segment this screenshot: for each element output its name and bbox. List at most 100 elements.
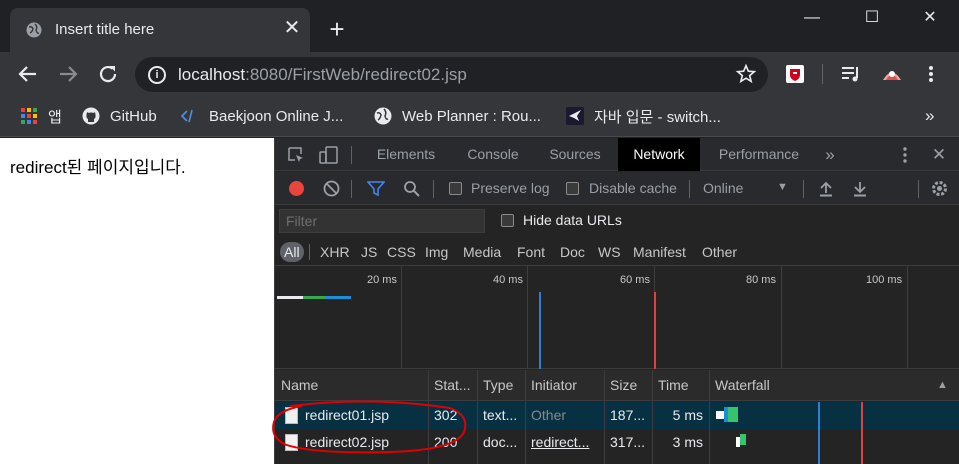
overview-gridline	[401, 266, 402, 369]
overview-tick-label: 20 ms	[367, 274, 397, 286]
throttling-select[interactable]: Online	[703, 180, 743, 196]
type-filter-doc[interactable]: Doc	[557, 242, 588, 262]
devtools-tabbar: Elements Console Sources Network Perform…	[275, 138, 959, 171]
tab-elements[interactable]: Elements	[365, 138, 447, 171]
tab-close-icon[interactable]: ✕	[282, 18, 302, 38]
type-filter-all[interactable]: All	[280, 242, 304, 262]
tab-performance[interactable]: Performance	[707, 138, 811, 171]
bookmark-baekjoon[interactable]: Baekjoon Online J...	[181, 105, 343, 127]
minimize-button[interactable]: —	[800, 6, 824, 30]
url-text: localhost:8080/FirstWeb/redirect02.jsp	[178, 65, 467, 84]
column-header-status[interactable]: Stat...	[428, 370, 477, 401]
chevron-down-icon[interactable]: ▼	[777, 181, 788, 193]
tab-sources[interactable]: Sources	[539, 138, 611, 171]
disable-cache-checkbox[interactable]	[566, 182, 579, 195]
type-filter-js[interactable]: JS	[358, 242, 380, 262]
type-filter-img[interactable]: Img	[422, 242, 451, 262]
toolbar-divider	[803, 180, 804, 198]
type-filter-font[interactable]: Font	[514, 242, 548, 262]
address-bar[interactable]: i localhost:8080/FirstWeb/redirect02.jsp	[135, 57, 768, 92]
filter-placeholder: Filter	[286, 213, 318, 229]
waterfall-bar-download	[728, 407, 738, 422]
apps-grid-icon	[21, 108, 37, 124]
overview-gridline	[907, 266, 908, 369]
clear-icon[interactable]	[323, 180, 340, 197]
waterfall-domcontentloaded-line	[818, 402, 820, 464]
request-initiator: Other	[531, 407, 567, 423]
column-separator	[652, 370, 653, 464]
media-queue-icon[interactable]	[840, 63, 862, 85]
bookmark-star-icon[interactable]	[735, 62, 757, 86]
overview-tick-label: 60 ms	[620, 274, 650, 286]
overview-gridline	[527, 266, 528, 369]
devtools-menu-icon[interactable]	[897, 146, 913, 164]
profile-avatar-icon[interactable]	[881, 63, 903, 85]
device-toolbar-icon[interactable]	[319, 145, 339, 165]
devtools-close-icon[interactable]: ✕	[927, 138, 951, 171]
column-header-size[interactable]: Size	[604, 370, 652, 401]
filter-funnel-icon[interactable]	[367, 180, 385, 197]
tab-console[interactable]: Console	[455, 138, 531, 171]
github-icon	[82, 107, 100, 125]
type-filter-other[interactable]: Other	[699, 242, 740, 262]
request-size: 187...	[610, 407, 646, 423]
column-header-time[interactable]: Time	[652, 370, 709, 401]
bookmark-webplanner[interactable]: Web Planner : Rou...	[374, 105, 541, 127]
column-header-name[interactable]: Name	[275, 370, 428, 401]
back-arrow-icon[interactable]	[16, 62, 40, 86]
bookmark-github[interactable]: GitHub	[82, 105, 157, 127]
bookmarks-overflow-button[interactable]: »	[925, 105, 934, 127]
inspect-element-icon[interactable]	[287, 146, 305, 164]
disable-cache-label: Disable cache	[589, 180, 677, 196]
tabbar-divider	[351, 146, 352, 164]
toolbar-divider	[822, 64, 823, 84]
type-filter-xhr[interactable]: XHR	[317, 242, 353, 262]
waterfall-bar-waiting	[716, 411, 724, 419]
toolbar-divider	[918, 180, 919, 198]
request-initiator-link[interactable]: redirect...	[525, 429, 604, 456]
column-header-waterfall[interactable]: Waterfall	[709, 370, 939, 401]
column-separator	[604, 370, 605, 464]
filter-input[interactable]: Filter	[279, 209, 485, 233]
overview-tick-label: 80 ms	[746, 274, 776, 286]
filter-row: Filter Hide data URLs	[275, 205, 959, 237]
gear-icon[interactable]	[930, 179, 949, 198]
waterfall-load-line	[861, 402, 863, 464]
preserve-log-checkbox[interactable]	[449, 182, 462, 195]
toolbar-divider	[689, 180, 690, 198]
domcontentloaded-line	[539, 292, 541, 369]
window-close-button[interactable]: ✕	[918, 6, 942, 30]
record-button[interactable]	[289, 181, 304, 196]
extension-shield-icon[interactable]	[784, 63, 806, 85]
request-time: 3 ms	[672, 434, 703, 450]
maximize-button[interactable]: ☐	[860, 6, 884, 30]
more-tabs-button[interactable]: »	[819, 138, 841, 171]
column-header-initiator[interactable]: Initiator	[525, 370, 604, 401]
export-har-icon[interactable]	[852, 180, 868, 197]
tab-strip: Insert title here ✕ + — ☐ ✕	[0, 0, 959, 52]
new-tab-button[interactable]: +	[326, 16, 348, 42]
import-har-icon[interactable]	[818, 180, 834, 197]
site-info-icon[interactable]: i	[148, 66, 166, 84]
bookmark-java-intro[interactable]: 자바 입문 - switch...	[566, 105, 721, 127]
search-icon[interactable]	[403, 180, 420, 197]
column-separator	[709, 370, 710, 464]
hide-data-urls-checkbox[interactable]	[501, 214, 514, 227]
code-icon	[181, 109, 193, 123]
browser-tab[interactable]: Insert title here ✕	[10, 8, 310, 52]
forward-arrow-icon[interactable]	[56, 62, 80, 86]
tab-network[interactable]: Network	[618, 138, 700, 171]
more-vert-icon[interactable]	[920, 63, 942, 85]
request-size: 317...	[610, 434, 646, 450]
bookmark-apps[interactable]: 앱	[20, 105, 62, 127]
bird-icon	[566, 107, 584, 125]
type-filter-manifest[interactable]: Manifest	[630, 242, 689, 262]
column-header-type[interactable]: Type	[477, 370, 525, 401]
type-filter-css[interactable]: CSS	[384, 242, 419, 262]
resource-type-filters: All XHR JS CSS Img Media Font Doc WS Man…	[275, 237, 959, 266]
type-filter-media[interactable]: Media	[460, 242, 504, 262]
type-divider	[309, 244, 310, 260]
reload-icon[interactable]	[96, 62, 120, 86]
type-filter-ws[interactable]: WS	[595, 242, 624, 262]
sort-ascending-icon[interactable]: ▲	[931, 370, 953, 401]
